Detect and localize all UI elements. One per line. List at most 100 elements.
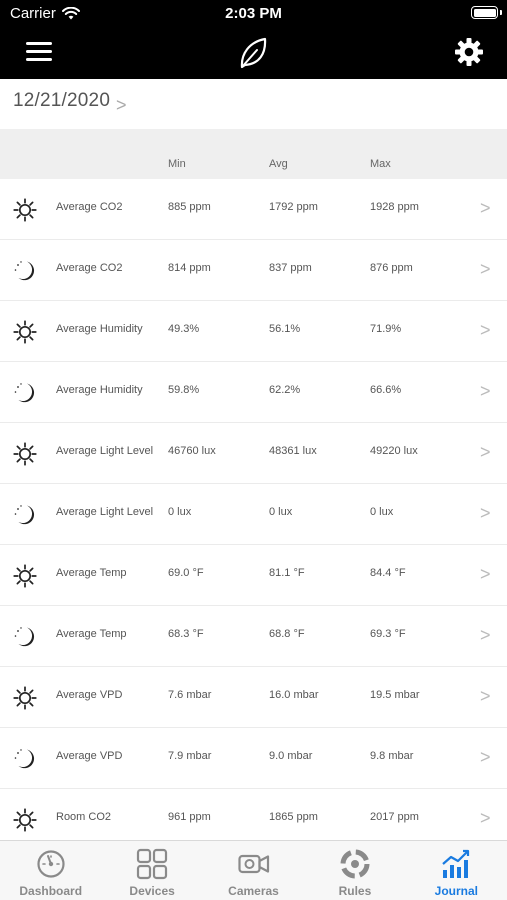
moon-icon (12, 502, 38, 528)
column-header-avg: Avg (269, 158, 288, 170)
metric-label: Average Temp (56, 567, 127, 579)
max-value: 1928 ppm (370, 201, 419, 213)
journal-list: Average CO2 885 ppm 1792 ppm 1928 ppm > … (0, 179, 507, 850)
sun-icon (12, 319, 38, 345)
max-value: 49220 lux (370, 445, 418, 457)
sun-icon (12, 685, 38, 711)
tab-bar: Dashboard Devices Cameras Rules Journal (0, 840, 507, 900)
metric-label: Average CO2 (56, 262, 123, 274)
sun-icon (12, 807, 38, 833)
sun-icon (12, 441, 38, 467)
avg-value: 1865 ppm (269, 811, 318, 823)
tab-label: Cameras (228, 884, 279, 898)
battery-tip (500, 10, 502, 15)
battery-icon (471, 6, 498, 19)
navigation-bar (0, 28, 507, 79)
avg-value: 81.1 °F (269, 567, 305, 579)
tab-devices[interactable]: Devices (101, 841, 202, 900)
avg-value: 837 ppm (269, 262, 312, 274)
table-row[interactable]: Average VPD 7.6 mbar 16.0 mbar 19.5 mbar… (0, 667, 507, 728)
sun-icon (12, 563, 38, 589)
avg-value: 62.2% (269, 384, 301, 396)
avg-value: 68.8 °F (269, 628, 305, 640)
metric-label: Average Humidity (56, 384, 143, 396)
tab-label: Devices (129, 884, 175, 898)
tab-rules[interactable]: Rules (304, 841, 405, 900)
metric-label: Average Temp (56, 628, 127, 640)
min-value: 69.0 °F (168, 567, 204, 579)
clock: 2:03 PM (225, 5, 282, 22)
max-value: 0 lux (370, 506, 394, 518)
max-value: 876 ppm (370, 262, 413, 274)
min-value: 0 lux (168, 506, 192, 518)
chart-icon (442, 849, 470, 878)
min-value: 7.6 mbar (168, 689, 212, 701)
chevron-right-icon: > (480, 320, 491, 340)
max-value: 84.4 °F (370, 567, 406, 579)
avg-value: 0 lux (269, 506, 293, 518)
date-label: 12/21/2020 (13, 90, 111, 111)
sun-icon (12, 197, 38, 223)
date-selector[interactable]: 12/21/2020 > (0, 79, 507, 129)
min-value: 885 ppm (168, 201, 211, 213)
chevron-right-icon: > (480, 564, 491, 584)
table-row[interactable]: Average Humidity 59.8% 62.2% 66.6% > (0, 362, 507, 423)
column-header-max: Max (370, 158, 391, 170)
avg-value: 16.0 mbar (269, 689, 319, 701)
metric-label: Average Humidity (56, 323, 143, 335)
leaf-icon (240, 37, 267, 69)
table-row[interactable]: Average Temp 69.0 °F 81.1 °F 84.4 °F > (0, 545, 507, 606)
tab-label: Journal (434, 884, 478, 898)
chevron-right-icon: > (116, 95, 127, 115)
rules-icon (340, 849, 370, 879)
avg-value: 9.0 mbar (269, 750, 313, 762)
chevron-right-icon: > (480, 198, 491, 218)
min-value: 68.3 °F (168, 628, 204, 640)
min-value: 7.9 mbar (168, 750, 212, 762)
chevron-right-icon: > (480, 381, 491, 401)
tab-label: Dashboard (19, 884, 83, 898)
gear-icon[interactable] (454, 37, 484, 67)
tab-journal[interactable]: Journal (406, 841, 507, 900)
metric-label: Average CO2 (56, 201, 123, 213)
max-value: 66.6% (370, 384, 402, 396)
gauge-icon (37, 850, 65, 878)
min-value: 59.8% (168, 384, 200, 396)
metric-label: Average VPD (56, 689, 123, 701)
metric-label: Average Light Level (56, 506, 154, 518)
table-row[interactable]: Average Humidity 49.3% 56.1% 71.9% > (0, 301, 507, 362)
grid-icon (137, 848, 168, 880)
tab-label: Rules (338, 884, 372, 898)
chevron-right-icon: > (480, 747, 491, 767)
avg-value: 1792 ppm (269, 201, 318, 213)
hamburger-icon[interactable] (26, 42, 52, 64)
chevron-right-icon: > (480, 625, 491, 645)
table-header: Min Avg Max (0, 129, 507, 179)
top-bar: Carrier 2:03 PM (0, 0, 507, 79)
chevron-right-icon: > (480, 686, 491, 706)
table-row[interactable]: Average VPD 7.9 mbar 9.0 mbar 9.8 mbar > (0, 728, 507, 789)
metric-label: Room CO2 (56, 811, 112, 823)
table-row[interactable]: Average CO2 814 ppm 837 ppm 876 ppm > (0, 240, 507, 301)
chevron-right-icon: > (480, 503, 491, 523)
min-value: 961 ppm (168, 811, 211, 823)
avg-value: 56.1% (269, 323, 301, 335)
status-bar: Carrier 2:03 PM (0, 0, 507, 28)
max-value: 69.3 °F (370, 628, 406, 640)
table-row[interactable]: Average CO2 885 ppm 1792 ppm 1928 ppm > (0, 179, 507, 240)
min-value: 49.3% (168, 323, 200, 335)
table-row[interactable]: Average Light Level 0 lux 0 lux 0 lux > (0, 484, 507, 545)
max-value: 2017 ppm (370, 811, 419, 823)
tab-cameras[interactable]: Cameras (203, 841, 304, 900)
chevron-right-icon: > (480, 808, 491, 828)
moon-icon (12, 258, 38, 284)
tab-dashboard[interactable]: Dashboard (0, 841, 101, 900)
metric-label: Average Light Level (56, 445, 154, 457)
moon-icon (12, 624, 38, 650)
column-header-min: Min (168, 158, 186, 170)
table-row[interactable]: Average Temp 68.3 °F 68.8 °F 69.3 °F > (0, 606, 507, 667)
camera-icon (237, 854, 269, 874)
table-row[interactable]: Average Light Level 46760 lux 48361 lux … (0, 423, 507, 484)
min-value: 46760 lux (168, 445, 216, 457)
chevron-right-icon: > (480, 442, 491, 462)
